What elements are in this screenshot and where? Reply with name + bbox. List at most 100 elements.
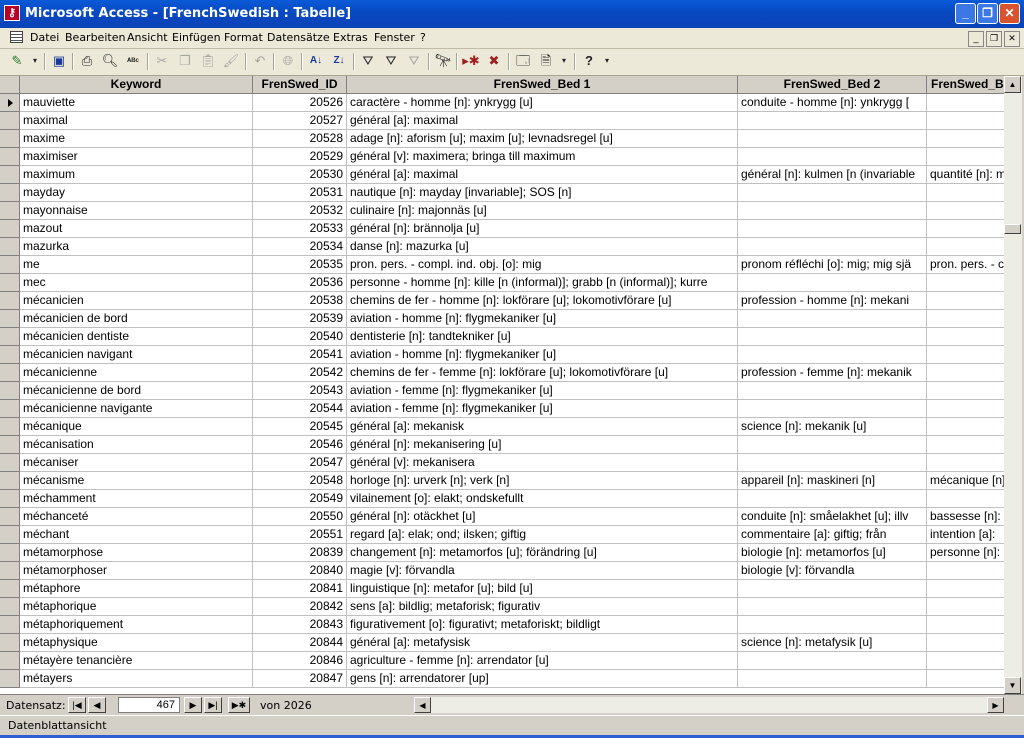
cell-keyword[interactable]: maxime [20,130,253,148]
cell-bed1[interactable]: chemins de fer - femme [n]: lokförare [u… [347,364,738,382]
cell-keyword[interactable]: métaphoriquement [20,616,253,634]
filter-by-selection-icon[interactable]: ⛛ [359,52,377,70]
cell-bed1[interactable]: adage [n]: aforism [u]; maxim [u]; levna… [347,130,738,148]
table-row[interactable]: métaphysique 20844 général [a]: metafysisk… [0,634,1004,652]
table-row[interactable]: mécanicien 20538 chemins de fer - homme [n… [0,292,1004,310]
cell-bed2[interactable] [738,148,927,166]
cell-bed2[interactable] [738,112,927,130]
cell-bed2[interactable] [738,382,927,400]
cell-bed3[interactable]: quantité [n]: m [927,166,1004,184]
next-record-button[interactable]: ▶ [184,697,202,713]
cell-bed2[interactable] [738,436,927,454]
cell-bed1[interactable]: général [n]: brännolja [u] [347,220,738,238]
record-selector[interactable] [0,652,20,670]
cell-frenswed-id[interactable]: 20844 [253,634,347,652]
datasheet-grid[interactable]: Keyword FrenSwed_ID FrenSwed_Bed 1 FrenS… [0,76,1004,694]
doc-restore-button[interactable]: ❐ [986,31,1002,47]
cell-bed2[interactable]: conduite [n]: småelakhet [u]; illv [738,508,927,526]
cell-bed3[interactable] [927,346,1004,364]
cell-keyword[interactable]: mécaniser [20,454,253,472]
table-row[interactable]: maximal 20527 général [a]: maximal [0,112,1004,130]
cell-bed1[interactable]: général [n]: mekanisering [u] [347,436,738,454]
cell-bed3[interactable] [927,382,1004,400]
cell-keyword[interactable]: méchanceté [20,508,253,526]
cell-bed2[interactable] [738,310,927,328]
cell-keyword[interactable]: me [20,256,253,274]
cell-keyword[interactable]: maximiser [20,148,253,166]
undo-icon[interactable]: ↶ [251,52,269,70]
cell-bed1[interactable]: personne - homme [n]: kille [n (informal… [347,274,738,292]
record-selector[interactable] [0,472,20,490]
record-selector[interactable] [0,454,20,472]
cell-frenswed-id[interactable]: 20841 [253,580,347,598]
cell-keyword[interactable]: maximum [20,166,253,184]
record-selector[interactable] [0,580,20,598]
table-row[interactable]: métaphoriquement 20843 figurativement [o]:… [0,616,1004,634]
record-selector[interactable] [0,616,20,634]
table-row[interactable]: méchant 20551 regard [a]: elak; ond; ilske… [0,526,1004,544]
scroll-thumb[interactable] [1004,224,1021,234]
cell-bed3[interactable] [927,634,1004,652]
menu-format[interactable]: Format [224,31,263,44]
table-row[interactable]: maximiser 20529 général [v]: maximera; bri… [0,148,1004,166]
table-row[interactable]: métaphore 20841 linguistique [n]: metafor … [0,580,1004,598]
cell-keyword[interactable]: mazurka [20,238,253,256]
cell-bed1[interactable]: général [v]: mekanisera [347,454,738,472]
cell-frenswed-id[interactable]: 20541 [253,346,347,364]
cell-bed2[interactable] [738,616,927,634]
table-row[interactable]: mazout 20533 général [n]: brännolja [u] [0,220,1004,238]
cell-bed1[interactable]: chemins de fer - homme [n]: lokförare [u… [347,292,738,310]
cell-bed3[interactable] [927,400,1004,418]
table-row[interactable]: métaphorique 20842 sens [a]: bildlig; meta… [0,598,1004,616]
cell-keyword[interactable]: mayday [20,184,253,202]
cell-frenswed-id[interactable]: 20527 [253,112,347,130]
cell-bed2[interactable] [738,274,927,292]
cell-bed1[interactable]: général [v]: maximera; bringa till maxim… [347,148,738,166]
cell-frenswed-id[interactable]: 20536 [253,274,347,292]
cell-bed1[interactable]: vilainement [o]: elakt; ondskefullt [347,490,738,508]
table-row[interactable]: métayers 20847 gens [n]: arrendatorer [up] [0,670,1004,688]
cell-bed3[interactable]: pron. pers. - c [927,256,1004,274]
cell-keyword[interactable]: mécanicienne [20,364,253,382]
cell-bed1[interactable]: magie [v]: förvandla [347,562,738,580]
table-row[interactable]: mécanique 20545 général [a]: mekanisk scien… [0,418,1004,436]
table-row[interactable]: mec 20536 personne - homme [n]: kille [n (… [0,274,1004,292]
cell-keyword[interactable]: mécanicien [20,292,253,310]
menu-bearbeiten[interactable]: Bearbeiten [65,31,125,44]
cell-bed2[interactable] [738,238,927,256]
cell-bed1[interactable]: danse [n]: mazurka [u] [347,238,738,256]
table-row[interactable]: mécanicien navigant 20541 aviation - homme… [0,346,1004,364]
table-row[interactable]: méchanceté 20550 général [n]: otäckhet [u]… [0,508,1004,526]
cell-bed2[interactable]: profession - homme [n]: mekani [738,292,927,310]
table-row[interactable]: mécanicienne de bord 20543 aviation - femm… [0,382,1004,400]
table-row[interactable]: méchamment 20549 vilainement [o]: elakt; o… [0,490,1004,508]
cell-frenswed-id[interactable]: 20840 [253,562,347,580]
cell-bed3[interactable] [927,580,1004,598]
record-selector[interactable] [0,490,20,508]
cell-bed2[interactable] [738,220,927,238]
cell-bed1[interactable]: aviation - femme [n]: flygmekaniker [u] [347,382,738,400]
first-record-button[interactable]: |◀ [68,697,86,713]
cell-frenswed-id[interactable]: 20543 [253,382,347,400]
access-key-icon[interactable]: ⚷ [4,5,20,21]
cell-keyword[interactable]: mécanisme [20,472,253,490]
cell-bed1[interactable]: caractère - homme [n]: ynkrygg [u] [347,94,738,112]
cell-frenswed-id[interactable]: 20542 [253,364,347,382]
last-record-button[interactable]: ▶| [204,697,222,713]
sort-ascending-icon[interactable]: A↓ [307,52,325,70]
menu-help[interactable]: ? [420,31,426,44]
column-header-bed3[interactable]: FrenSwed_Bed 3 [927,76,1004,94]
cell-keyword[interactable]: métayère tenancière [20,652,253,670]
cell-keyword[interactable]: métaphysique [20,634,253,652]
record-selector[interactable] [0,220,20,238]
sort-descending-icon[interactable]: Z↓ [330,52,348,70]
cell-bed3[interactable] [927,490,1004,508]
menu-datei[interactable]: Datei [30,31,59,44]
cell-keyword[interactable]: mécanicien navigant [20,346,253,364]
column-header-bed1[interactable]: FrenSwed_Bed 1 [347,76,738,94]
cell-bed3[interactable] [927,652,1004,670]
paste-icon[interactable]: 📋︎ [199,52,217,70]
cell-frenswed-id[interactable]: 20528 [253,130,347,148]
record-selector[interactable] [0,544,20,562]
new-record-icon[interactable]: ▸✱ [462,52,480,70]
